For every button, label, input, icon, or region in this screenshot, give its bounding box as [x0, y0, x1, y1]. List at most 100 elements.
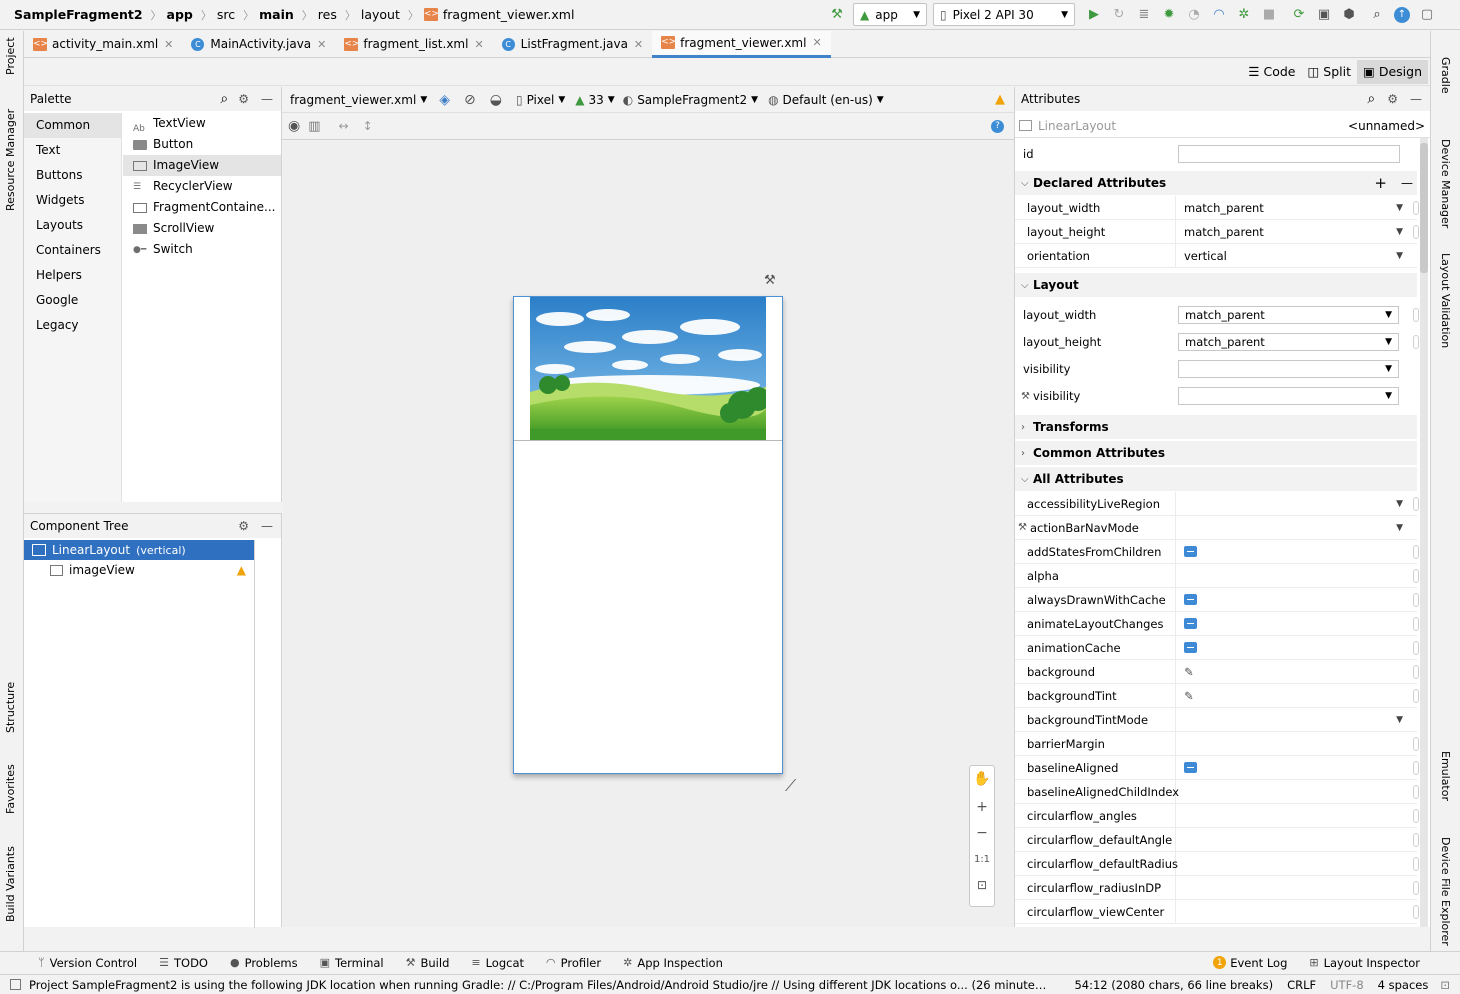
pan-hand-icon[interactable]: ✋: [970, 766, 994, 792]
gear-icon[interactable]: ⚙: [1387, 92, 1398, 106]
attr-value[interactable]: match_parent ▼: [1176, 196, 1419, 219]
attr-value[interactable]: [1176, 732, 1419, 755]
attributes-scrollbar[interactable]: [1420, 138, 1428, 927]
tab-mainactivity-java[interactable]: C MainActivity.java ✕: [182, 31, 335, 58]
lock-icon[interactable]: ⊡: [1440, 978, 1450, 992]
tab-listfragment-java[interactable]: C ListFragment.java ✕: [493, 31, 652, 58]
close-icon[interactable]: ✕: [317, 38, 326, 51]
attr-value[interactable]: [1176, 828, 1419, 851]
palette-category-legacy[interactable]: Legacy: [24, 313, 121, 338]
section-all-attributes[interactable]: ⌵ All Attributes: [1015, 467, 1417, 491]
problems-tool[interactable]: ● Problems: [230, 956, 298, 970]
line-separator[interactable]: CRLF: [1287, 978, 1316, 992]
color-picker-icon[interactable]: ✎: [1184, 689, 1194, 703]
attr-value[interactable]: [1176, 900, 1419, 923]
reference-picker[interactable]: [1413, 833, 1419, 847]
caret-position[interactable]: 54:12 (2080 chars, 66 line breaks): [1074, 978, 1273, 992]
tool-window-structure[interactable]: Structure: [4, 682, 17, 733]
profile-icon[interactable]: ◠: [1208, 4, 1230, 26]
layers-icon[interactable]: ◈: [439, 92, 450, 108]
tool-window-favorites[interactable]: Favorites: [4, 764, 17, 814]
reference-picker[interactable]: [1413, 617, 1419, 631]
palette-item-imageview[interactable]: ImageView: [123, 155, 281, 176]
run-icon[interactable]: ▶: [1083, 4, 1105, 26]
close-icon[interactable]: ✕: [812, 36, 821, 49]
attr-value[interactable]: [1176, 588, 1419, 611]
breadcrumb-res[interactable]: res: [318, 7, 337, 22]
tool-window-project[interactable]: Project: [4, 37, 17, 75]
remove-attribute-icon[interactable]: —: [1401, 176, 1413, 190]
reference-picker[interactable]: [1413, 308, 1419, 322]
zoom-in-icon[interactable]: +: [970, 794, 994, 820]
attach-debugger-icon[interactable]: ◔: [1183, 4, 1205, 26]
layout-width-select[interactable]: match_parent ▼: [1178, 306, 1399, 324]
palette-item-switch[interactable]: ●━ Switch: [123, 239, 281, 260]
horizontal-resize-icon[interactable]: ↔: [339, 119, 349, 133]
section-transforms[interactable]: › Transforms: [1015, 415, 1417, 439]
zoom-out-icon[interactable]: −: [970, 820, 994, 846]
wrench-icon[interactable]: ⚒: [764, 273, 776, 288]
boolean-toggle-icon[interactable]: [1184, 546, 1197, 557]
tab-fragment-list-xml[interactable]: <> fragment_list.xml ✕: [335, 31, 492, 58]
version-control-tool[interactable]: ᛘ Version Control: [38, 956, 137, 970]
reference-picker[interactable]: [1413, 497, 1419, 511]
attr-value[interactable]: [1176, 876, 1419, 899]
reference-picker[interactable]: [1413, 641, 1419, 655]
build-hammer-icon[interactable]: ⚒: [826, 4, 848, 26]
chevron-down-icon[interactable]: ▼: [1396, 492, 1403, 515]
reference-picker[interactable]: [1413, 689, 1419, 703]
code-mode-button[interactable]: ☰ Code: [1242, 60, 1301, 84]
palette-item-textview[interactable]: Ab TextView: [123, 113, 281, 134]
attr-value[interactable]: match_parent ▼: [1176, 220, 1419, 243]
section-declared-attributes[interactable]: ⌵ Declared Attributes + —: [1015, 171, 1417, 195]
reference-picker[interactable]: [1413, 335, 1419, 349]
close-icon[interactable]: ✕: [474, 38, 483, 51]
breadcrumb-layout[interactable]: layout: [361, 7, 400, 22]
indent-setting[interactable]: 4 spaces: [1378, 978, 1429, 992]
chevron-down-icon[interactable]: ▼: [1396, 516, 1403, 539]
color-picker-icon[interactable]: ✎: [1184, 665, 1194, 679]
boolean-toggle-icon[interactable]: [1184, 594, 1197, 605]
zoom-actual-size-button[interactable]: 1:1: [970, 846, 994, 872]
attr-value[interactable]: [1176, 612, 1419, 635]
add-attribute-icon[interactable]: +: [1374, 174, 1387, 192]
orientation-icon[interactable]: ⊘: [464, 92, 476, 108]
terminal-tool[interactable]: ▣ Terminal: [320, 956, 384, 970]
device-manager-icon[interactable]: ▣: [1313, 4, 1335, 26]
palette-category-google[interactable]: Google: [24, 288, 121, 313]
boolean-toggle-icon[interactable]: [1184, 762, 1197, 773]
blueprint-icon[interactable]: ▥: [308, 119, 320, 134]
reference-picker[interactable]: [1413, 761, 1419, 775]
breadcrumb-src[interactable]: src: [217, 7, 235, 22]
attr-value[interactable]: [1176, 636, 1419, 659]
reference-picker[interactable]: [1413, 857, 1419, 871]
attr-value[interactable]: ▼: [1176, 516, 1417, 539]
attr-value[interactable]: [1176, 540, 1419, 563]
reference-picker[interactable]: [1413, 545, 1419, 559]
breadcrumb-project[interactable]: SampleFragment2: [14, 7, 143, 22]
chevron-down-icon[interactable]: ▼: [1396, 708, 1403, 731]
file-encoding[interactable]: UTF-8: [1330, 978, 1364, 992]
reference-picker[interactable]: [1413, 225, 1419, 239]
sdk-manager-icon[interactable]: ⬢: [1338, 4, 1360, 26]
zoom-fit-icon[interactable]: ⊡: [970, 872, 994, 898]
apply-changes-icon[interactable]: ≣: [1133, 4, 1155, 26]
sync-gradle-icon[interactable]: ⟳: [1288, 4, 1310, 26]
chevron-down-icon[interactable]: ▼: [1396, 196, 1403, 219]
event-log-tool[interactable]: 1 Event Log: [1213, 956, 1287, 970]
tools-visibility-select[interactable]: ▼: [1178, 387, 1399, 405]
device-select[interactable]: ▯ Pixel 2 API 30 ▼: [933, 3, 1075, 26]
image-view-preview[interactable]: [530, 297, 766, 440]
theme-select[interactable]: SampleFragment2: [637, 93, 747, 107]
tab-activity-main-xml[interactable]: <> activity_main.xml ✕: [24, 31, 182, 58]
debug-icon[interactable]: ✹: [1158, 4, 1180, 26]
breadcrumb-main[interactable]: main: [259, 7, 294, 22]
reference-picker[interactable]: [1413, 569, 1419, 583]
chevron-down-icon[interactable]: ▼: [1396, 244, 1403, 267]
palette-category-buttons[interactable]: Buttons: [24, 163, 121, 188]
id-field[interactable]: [1178, 145, 1400, 163]
close-icon[interactable]: ✕: [634, 38, 643, 51]
todo-tool[interactable]: ☰ TODO: [159, 956, 208, 970]
palette-category-helpers[interactable]: Helpers: [24, 263, 121, 288]
help-icon[interactable]: ?: [991, 119, 1004, 133]
